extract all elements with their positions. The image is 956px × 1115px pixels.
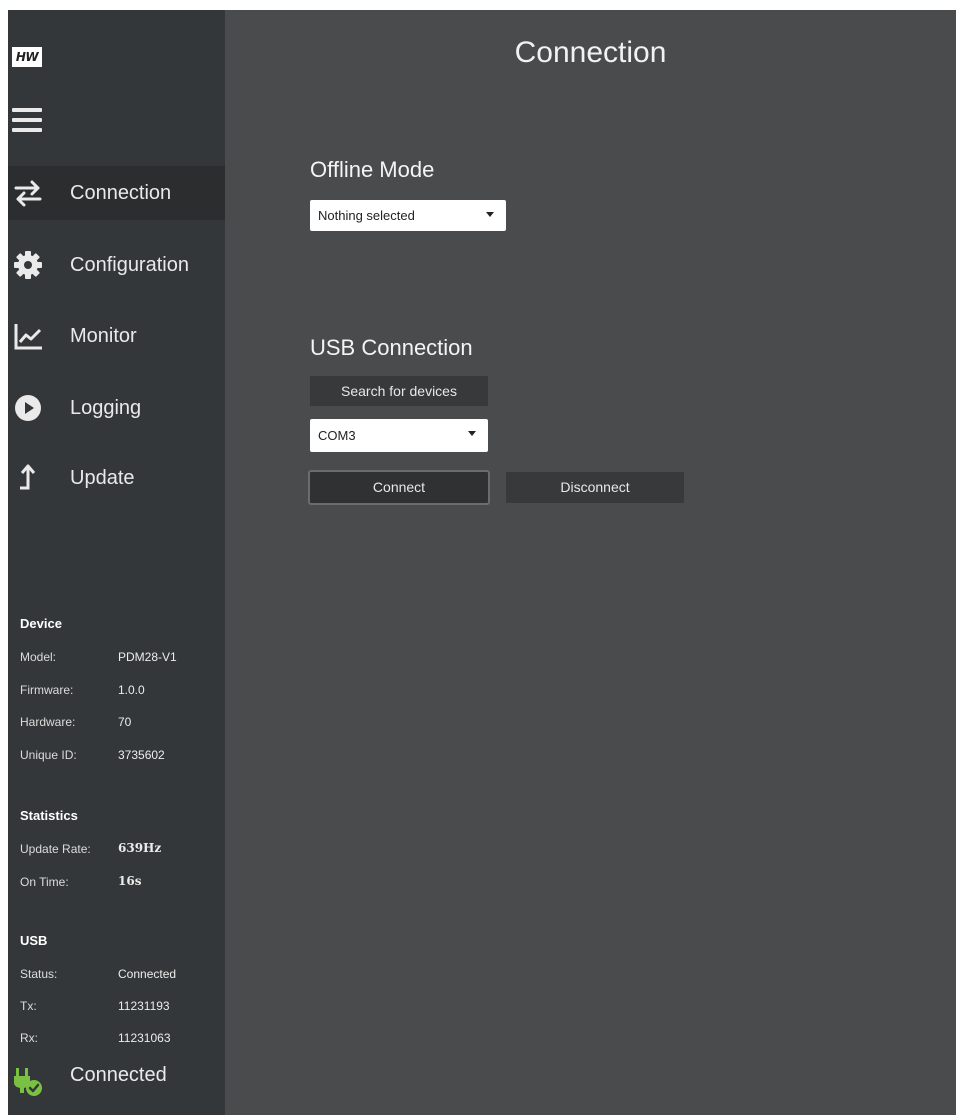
sidebar-item-update[interactable]: Update: [8, 451, 225, 505]
device-section-title: Device: [20, 616, 62, 631]
port-select[interactable]: COM3: [310, 419, 488, 452]
offline-mode-title: Offline Mode: [310, 157, 435, 182]
gear-icon: [14, 251, 42, 279]
unique-id-value: 3735602: [118, 748, 165, 762]
upload-arrow-icon: [20, 464, 36, 490]
hamburger-menu-icon[interactable]: [12, 105, 42, 135]
sidebar-item-connection[interactable]: Connection: [8, 166, 225, 220]
tx-value: 11231193: [118, 999, 170, 1013]
sidebar-item-label: Update: [70, 467, 135, 489]
sidebar: HW Connection Configuration Monitor Logg…: [8, 10, 225, 1115]
port-select-value: COM3: [318, 428, 356, 443]
play-icon: [15, 395, 41, 421]
update-rate-value: 639Hz: [118, 841, 162, 855]
usb-status-value: Connected: [118, 967, 177, 981]
firmware-value: 1.0.0: [118, 683, 145, 697]
plug-connected-icon: [14, 1068, 42, 1096]
hardware-value: 70: [118, 715, 132, 729]
usb-status-label: Status:: [20, 967, 58, 981]
arrows-swap-icon: [14, 180, 42, 207]
connection-status-label: Connected: [70, 1064, 167, 1086]
unique-id-label: Unique ID:: [20, 748, 77, 762]
disconnect-button[interactable]: Disconnect: [506, 472, 684, 503]
sidebar-item-label: Connection: [70, 182, 172, 204]
update-rate-label: Update Rate:: [20, 842, 91, 856]
line-chart-icon: [14, 324, 42, 350]
search-devices-button[interactable]: Search for devices: [310, 376, 488, 406]
hardware-label: Hardware:: [20, 715, 76, 729]
app-logo: HW: [12, 47, 42, 67]
connection-status-footer: Connected: [8, 1060, 225, 1100]
usb-section-title: USB: [20, 933, 48, 948]
statistics-section-title: Statistics: [20, 808, 78, 823]
on-time-label: On Time:: [20, 875, 69, 889]
sidebar-item-configuration[interactable]: Configuration: [8, 238, 225, 292]
sidebar-item-monitor[interactable]: Monitor: [8, 309, 225, 363]
chevron-down-icon: [486, 212, 494, 217]
on-time-value: 16s: [118, 874, 142, 888]
offline-mode-select[interactable]: Nothing selected: [310, 200, 506, 231]
sidebar-item-label: Logging: [70, 397, 142, 419]
sidebar-item-label: Monitor: [70, 325, 137, 347]
rx-value: 11231063: [118, 1031, 171, 1045]
app-window: HW Connection Configuration Monitor Logg…: [8, 10, 956, 1115]
main-content: Connection Offline Mode Nothing selected…: [225, 10, 956, 1115]
rx-label: Rx:: [20, 1031, 38, 1045]
connect-button[interactable]: Connect: [308, 470, 490, 505]
model-value: PDM28-V1: [118, 650, 177, 664]
sidebar-item-logging[interactable]: Logging: [8, 381, 225, 435]
sidebar-item-label: Configuration: [70, 254, 189, 276]
tx-label: Tx:: [20, 999, 37, 1013]
offline-mode-select-value: Nothing selected: [318, 208, 415, 223]
usb-connection-title: USB Connection: [310, 335, 473, 360]
page-title: Connection: [514, 36, 667, 69]
chevron-down-icon: [468, 431, 476, 436]
firmware-label: Firmware:: [20, 683, 74, 697]
model-label: Model:: [20, 650, 57, 664]
